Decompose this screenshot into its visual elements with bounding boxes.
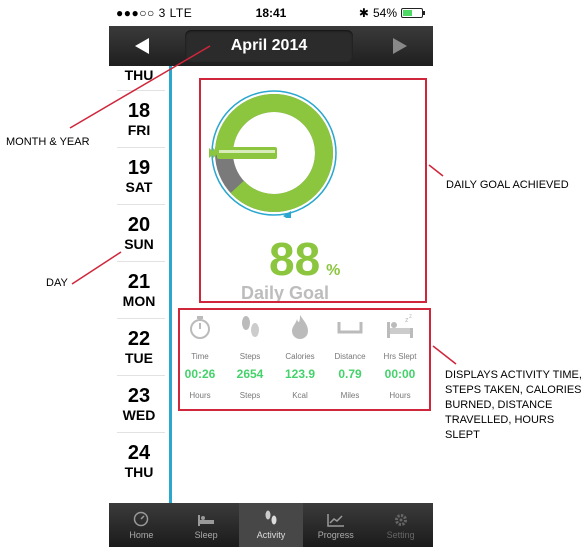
annotation-month-year: MONTH & YEAR <box>6 136 90 148</box>
annotation-line: BURNED, DISTANCE <box>445 399 553 411</box>
annotation-line: STEPS TAKEN, CALORIES <box>445 384 582 396</box>
annotation-lines <box>69 45 457 365</box>
annotation-line: DISPLAYS ACTIVITY TIME, <box>445 369 582 381</box>
month-pointer-line <box>69 45 211 129</box>
day-pointer-line <box>71 251 122 285</box>
annotation-line: TRAVELLED, HOURS <box>445 414 555 426</box>
annotation-day: DAY <box>46 277 68 289</box>
stats-pointer-line <box>432 345 457 365</box>
goal-pointer-line <box>428 164 444 177</box>
annotation-daily-goal: DAILY GOAL ACHIEVED <box>446 179 569 191</box>
annotation-displays: DISPLAYS ACTIVITY TIME, STEPS TAKEN, CAL… <box>445 368 582 443</box>
annotation-line: SLEPT <box>445 429 480 441</box>
